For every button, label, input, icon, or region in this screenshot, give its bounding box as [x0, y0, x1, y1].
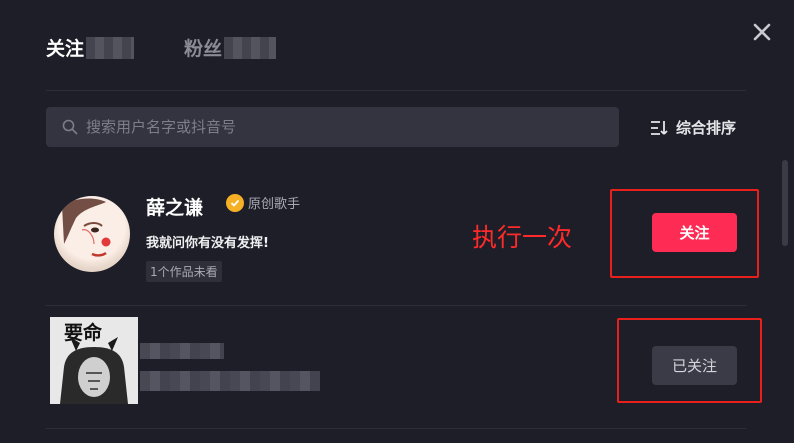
- tab-following-label: 关注: [46, 38, 85, 60]
- avatar-illustration: [62, 198, 111, 257]
- tab-following[interactable]: 关注: [46, 34, 135, 61]
- verified-badge: 原创歌手: [226, 193, 300, 212]
- avatar[interactable]: [54, 196, 130, 272]
- search-input[interactable]: [84, 117, 588, 137]
- sort-icon: [651, 120, 668, 135]
- tab-following-count-blurred: [86, 36, 135, 59]
- divider: [46, 305, 746, 306]
- search-box[interactable]: [46, 107, 619, 147]
- sort-label: 综合排序: [676, 119, 737, 137]
- tab-fans-count-blurred: [224, 36, 277, 59]
- search-icon: [62, 119, 78, 135]
- close-button[interactable]: [750, 20, 774, 44]
- user-name-blurred: [140, 343, 224, 359]
- badge-label: 原创歌手: [248, 197, 301, 212]
- divider: [46, 428, 746, 429]
- tab-fans-label: 粉丝: [184, 38, 223, 60]
- tab-fans[interactable]: 粉丝: [184, 34, 277, 61]
- unseen-works-tag[interactable]: 1个作品未看: [146, 261, 222, 282]
- sort-button[interactable]: 综合排序: [650, 117, 736, 138]
- close-icon: [753, 23, 771, 41]
- checkmark-icon: [226, 193, 244, 212]
- user-name[interactable]: 薛之谦: [146, 193, 203, 220]
- user-bio-blurred: [140, 371, 320, 391]
- avatar-meme-illustration: [60, 337, 128, 404]
- tab-bar: 关注 粉丝: [46, 34, 277, 61]
- annotation-text: 执行一次: [472, 223, 573, 252]
- avatar[interactable]: 要命: [50, 317, 138, 404]
- divider: [46, 90, 746, 91]
- follow-button[interactable]: 关注: [652, 213, 737, 252]
- followed-button[interactable]: 已关注: [652, 346, 737, 385]
- scrollbar[interactable]: [782, 160, 788, 246]
- user-bio: 我就问你有没有发挥!: [146, 236, 269, 251]
